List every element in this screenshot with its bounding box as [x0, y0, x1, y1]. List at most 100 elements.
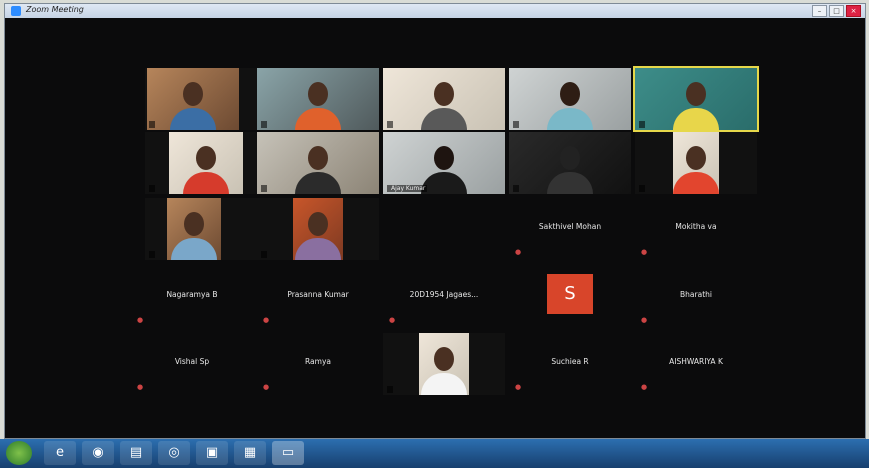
- video-tile[interactable]: [257, 68, 379, 130]
- video-tile[interactable]: [257, 198, 379, 260]
- participant-tile-no-video[interactable]: Mokitha va ●: [635, 198, 757, 260]
- participant-video: [167, 198, 221, 260]
- participant-figure: [170, 78, 216, 130]
- participant-tile-avatar[interactable]: S: [509, 266, 631, 328]
- participant-name: Ramya: [305, 357, 331, 366]
- mic-muted-icon: ●: [137, 316, 144, 324]
- participant-tile-no-video[interactable]: Prasanna Kumar ●: [257, 266, 379, 328]
- participant-tile-no-video[interactable]: Nagaramya B ●: [131, 266, 253, 328]
- video-tile[interactable]: [509, 68, 631, 130]
- video-tile[interactable]: [635, 132, 757, 194]
- participant-name: Bharathi: [680, 290, 712, 299]
- video-tile[interactable]: [145, 132, 267, 194]
- participant-video: [419, 333, 469, 395]
- close-button[interactable]: ×: [846, 5, 861, 17]
- participant-tile-no-video[interactable]: Vishal Sp ●: [131, 333, 253, 395]
- participant-figure: [421, 343, 467, 395]
- minimize-button[interactable]: –: [812, 5, 827, 17]
- participant-name: [387, 121, 393, 128]
- participant-video: [509, 68, 631, 130]
- firefox-icon[interactable]: ◎: [158, 441, 190, 465]
- video-tile[interactable]: [257, 132, 379, 194]
- mic-muted-icon: ●: [515, 383, 522, 391]
- participant-name: [261, 121, 267, 128]
- participant-name: [261, 251, 267, 258]
- participant-video: [147, 68, 239, 130]
- window-controls: – □ ×: [812, 5, 861, 17]
- zoom-icon[interactable]: ▭: [272, 441, 304, 465]
- participant-figure: [171, 208, 217, 260]
- participant-name: [149, 185, 155, 192]
- participant-video: [293, 198, 343, 260]
- mic-muted-icon: ●: [515, 248, 522, 256]
- participant-tile-no-video[interactable]: Sakthivel Mohan ●: [509, 198, 631, 260]
- participant-tile-no-video[interactable]: AISHWARIYA K ●: [635, 333, 757, 395]
- participant-video: [509, 132, 631, 194]
- mic-muted-icon: ●: [137, 383, 144, 391]
- zoom-app-icon: [11, 6, 21, 16]
- video-tile[interactable]: [145, 68, 267, 130]
- video-tile[interactable]: [383, 68, 505, 130]
- participant-name: [639, 185, 645, 192]
- mic-muted-icon: ●: [389, 316, 396, 324]
- participant-avatar: S: [547, 274, 593, 314]
- document-icon[interactable]: ▦: [234, 441, 266, 465]
- participant-tile-no-video[interactable]: Suchiea R ●: [509, 333, 631, 395]
- participant-tile-no-video[interactable]: [383, 198, 505, 260]
- mic-muted-icon: ●: [263, 316, 270, 324]
- mic-muted-icon: ●: [641, 248, 648, 256]
- chrome-icon[interactable]: ◉: [82, 441, 114, 465]
- participant-name: Vishal Sp: [174, 357, 210, 366]
- participant-tile-no-video[interactable]: Ramya ●: [257, 333, 379, 395]
- participant-video: [169, 132, 243, 194]
- participant-name: Suchiea R: [551, 357, 589, 366]
- mic-muted-icon: ●: [263, 383, 270, 391]
- participant-figure: [421, 78, 467, 130]
- participant-name: [387, 386, 393, 393]
- video-tile[interactable]: [383, 333, 505, 395]
- video-tile[interactable]: Ajay Kumar: [383, 132, 505, 194]
- participant-figure: [421, 142, 467, 194]
- participant-figure: [673, 78, 719, 130]
- participant-name: Mokitha va: [675, 222, 717, 231]
- windows-start-icon[interactable]: [6, 441, 32, 465]
- participant-tile-no-video[interactable]: 20D1954 Jagaes... ●: [383, 266, 505, 328]
- participant-name: Ajay Kumar: [387, 185, 428, 192]
- participant-name: AISHWARIYA K: [669, 357, 723, 366]
- video-tile-active-speaker[interactable]: [633, 66, 759, 132]
- mic-muted-icon: ●: [641, 383, 648, 391]
- participant-name: [261, 185, 267, 192]
- gallery-view: Ajay Kumar Sakthivel Mohan ● Mokitha va …: [5, 18, 865, 438]
- participant-video: [673, 132, 719, 194]
- participant-video: [635, 68, 757, 130]
- participant-name: [513, 319, 519, 326]
- folder-icon[interactable]: ▤: [120, 441, 152, 465]
- participant-figure: [183, 142, 229, 194]
- participant-name: Nagaramya B: [166, 290, 218, 299]
- zoom-window: Zoom Meeting – □ × Ajay Kumar Sakthivel …: [4, 3, 866, 439]
- network-icon[interactable]: ▣: [196, 441, 228, 465]
- participant-name: 20D1954 Jagaes...: [409, 290, 479, 299]
- participant-video: [257, 132, 379, 194]
- participant-name: [513, 185, 519, 192]
- internet-explorer-icon[interactable]: e: [44, 441, 76, 465]
- participant-figure: [295, 208, 341, 260]
- video-tile[interactable]: [509, 132, 631, 194]
- video-tile[interactable]: [145, 198, 267, 260]
- participant-tile-no-video[interactable]: Bharathi ●: [635, 266, 757, 328]
- participant-name: [149, 251, 155, 258]
- title-bar: Zoom Meeting – □ ×: [5, 4, 865, 18]
- maximize-button[interactable]: □: [829, 5, 844, 17]
- participant-name: Sakthivel Mohan: [538, 222, 602, 231]
- window-title: Zoom Meeting: [26, 5, 84, 14]
- participant-figure: [547, 142, 593, 194]
- windows-taskbar: e ◉ ▤ ◎ ▣ ▦ ▭: [0, 439, 869, 468]
- mic-muted-icon: ●: [641, 316, 648, 324]
- participant-video: [257, 68, 379, 130]
- participant-name: [387, 251, 393, 258]
- participant-figure: [295, 78, 341, 130]
- participant-name: [639, 121, 645, 128]
- participant-figure: [547, 78, 593, 130]
- participant-name: [513, 121, 519, 128]
- participant-figure: [295, 142, 341, 194]
